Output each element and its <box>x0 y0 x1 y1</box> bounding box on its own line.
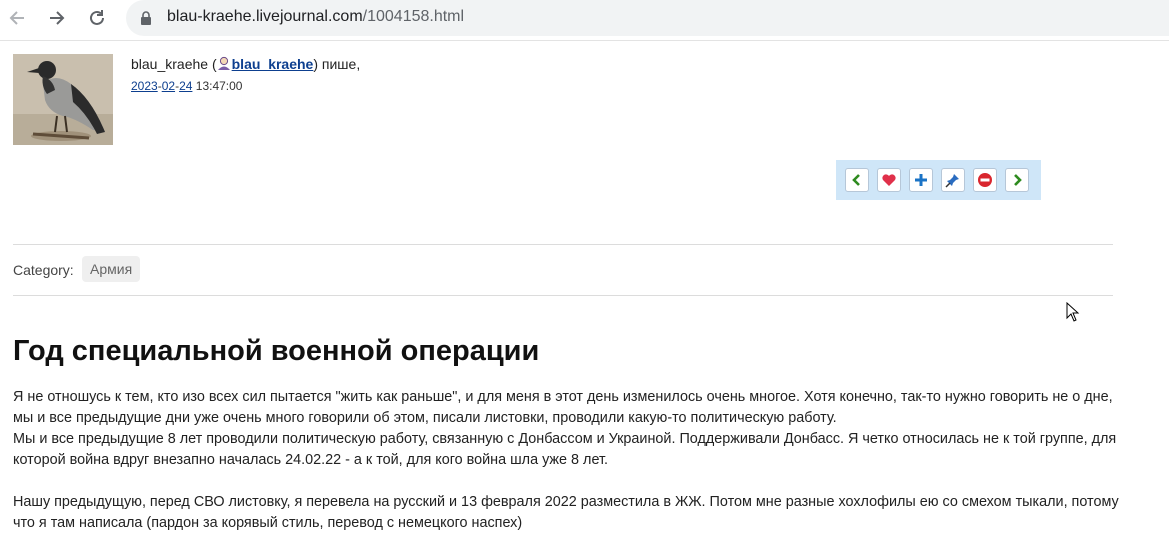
url-path: /1004158.html <box>362 8 465 25</box>
date-day-link[interactable]: 24 <box>179 79 192 93</box>
category-label: Category: <box>13 262 74 278</box>
mouse-cursor-icon <box>1066 302 1080 322</box>
date-month-link[interactable]: 02 <box>162 79 175 93</box>
next-entry-button[interactable] <box>1005 168 1029 192</box>
paragraph-3: Нашу предыдущую, перед СВО листовку, я п… <box>13 494 1119 531</box>
entry-title: Год специальной военной операции <box>13 335 540 367</box>
reload-icon <box>90 10 104 25</box>
entry-time: 13:47:00 <box>195 79 243 93</box>
userpic[interactable] <box>13 54 113 145</box>
author-close: ) пише, <box>313 56 361 72</box>
heart-icon <box>882 174 896 186</box>
back-button[interactable] <box>5 6 29 30</box>
prev-entry-button[interactable] <box>845 168 869 192</box>
plus-icon <box>915 174 927 186</box>
forward-button[interactable] <box>45 6 69 30</box>
divider-bottom <box>13 295 1113 296</box>
pin-button[interactable] <box>941 168 965 192</box>
category-tag[interactable]: Армия <box>82 256 141 282</box>
prev-icon <box>852 174 860 186</box>
author-username-link[interactable]: blau_kraehe <box>232 56 314 72</box>
crow-image <box>13 54 113 145</box>
minus-icon <box>978 173 992 187</box>
divider-top <box>13 244 1113 245</box>
arrow-left-icon <box>9 11 24 25</box>
paragraph-1: Я не отношусь к тем, кто изо всех сил пы… <box>13 389 1113 426</box>
next-icon <box>1014 174 1022 186</box>
date-year-link[interactable]: 2023 <box>131 79 158 93</box>
entry-date: 2023-02-24 13:47:00 <box>131 79 243 93</box>
reload-button[interactable] <box>85 6 109 30</box>
author-line: blau_kraehe (blau_kraehe) пише, <box>131 56 360 74</box>
url-domain: blau-kraehe.livejournal.com <box>167 8 363 25</box>
add-to-memories-button[interactable] <box>877 168 901 192</box>
author-name: blau_kraehe <box>131 56 209 72</box>
entry-body: Я не отношусь к тем, кто изо всех сил пы… <box>13 387 1123 534</box>
browser-divider <box>0 40 1169 41</box>
lock-icon <box>141 11 151 25</box>
user-icon[interactable] <box>217 56 231 74</box>
flag-button[interactable] <box>973 168 997 192</box>
browser-toolbar: blau-kraehe.livejournal.com/1004158.html <box>0 0 1169 36</box>
entry-toolbar <box>836 160 1041 200</box>
pin-icon <box>945 174 959 188</box>
author-open: ( <box>208 56 217 72</box>
paragraph-2: Мы и все предыдущие 8 лет проводили поли… <box>13 431 1117 468</box>
track-button[interactable] <box>909 168 933 192</box>
address-bar[interactable]: blau-kraehe.livejournal.com/1004158.html <box>126 0 1169 36</box>
url-text: blau-kraehe.livejournal.com/1004158.html <box>167 8 464 26</box>
arrow-right-icon <box>50 11 65 25</box>
